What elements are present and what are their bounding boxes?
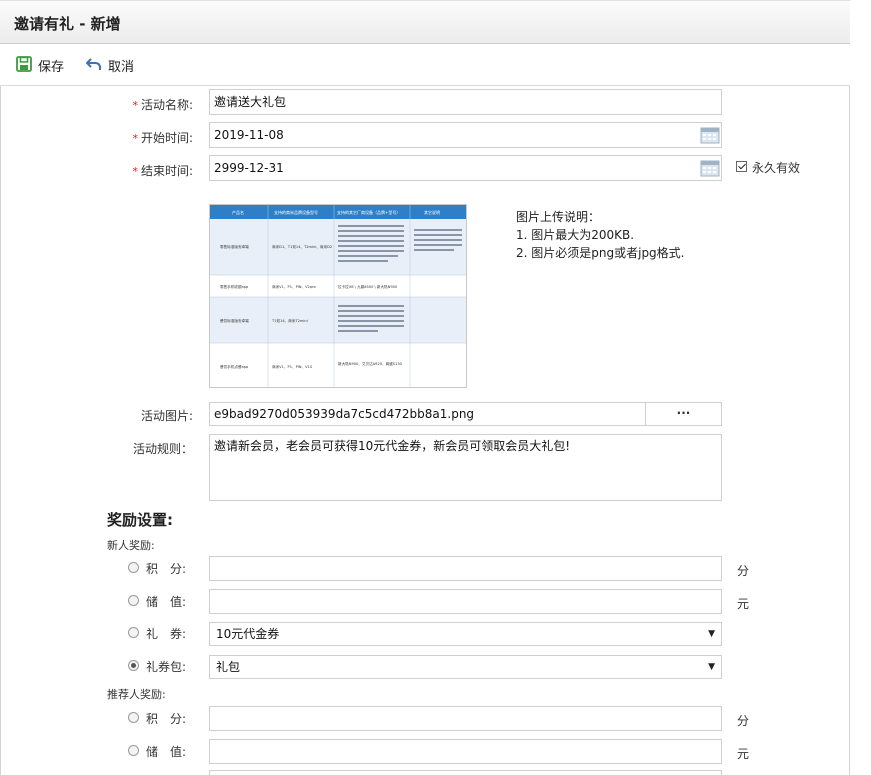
calendar-icon[interactable] [700, 159, 720, 177]
activity-image-filename[interactable]: e9bad9270d053939da7c5cd472bb8a1.png [209, 402, 646, 426]
notes-title: 图片上传说明： [516, 210, 601, 224]
notes-line: 1. 图片最大为200KB. [516, 228, 635, 242]
coupon-package-select-value: 礼包 [216, 660, 241, 674]
start-time-label: * 开始时间: [132, 131, 193, 145]
coupon-package-radio[interactable] [128, 660, 139, 671]
preview-cell: 零售标准版安卓端 [220, 244, 249, 249]
required-mark: * [132, 99, 138, 112]
preview-cell: 餐饮手机点餐app [220, 364, 249, 369]
referrer-stored-value-label: 储 值: [146, 745, 187, 759]
coupon-label: 礼 券: [146, 627, 187, 641]
coupon-select-value: 10元代金券 [216, 627, 280, 641]
preview-header-cell: 支持的其它厂商设备（品牌+型号） [337, 209, 400, 215]
stored-value-unit: 元 [737, 597, 750, 611]
referrer-points-radio[interactable] [128, 712, 139, 723]
forever-checkbox[interactable] [736, 161, 747, 172]
new-user-points-input[interactable] [209, 556, 722, 581]
required-mark: * [132, 132, 138, 145]
toolbar: 保存 取消 [0, 44, 850, 86]
activity-name-label: * 活动名称: [132, 98, 193, 112]
browse-button[interactable]: ··· [645, 402, 722, 426]
preview-cell: 零售手机收银app [220, 284, 249, 289]
image-upload-notes: 图片上传说明： 1. 图片最大为200KB. 2. 图片必须是png或者jpg格… [516, 208, 685, 262]
cancel-label: 取消 [108, 59, 135, 75]
end-time-label: * 结束时间: [132, 164, 193, 178]
save-button[interactable]: 保存 [16, 55, 65, 75]
activity-image-preview: 产品名 支持的商米品牌设备型号 支持的其它厂商设备（品牌+型号） 其它说明 零售… [209, 204, 467, 388]
calendar-icon[interactable] [700, 126, 720, 144]
preview-cell: T1双14、商米T2mini [271, 318, 308, 323]
dropdown-arrow-icon: ▼ [708, 629, 715, 639]
points-radio[interactable] [128, 562, 139, 573]
activity-image-label: 活动图片: [140, 409, 193, 423]
activity-name-input[interactable]: 邀请送大礼包 [209, 89, 722, 115]
preview-cell: 餐饮标准版安卓端 [220, 318, 249, 323]
activity-rules-label: 活动规则： [132, 442, 193, 456]
coupon-package-select[interactable]: 礼包 ▼ [209, 655, 722, 679]
coupon-select[interactable]: 10元代金券 ▼ [209, 622, 722, 646]
window-title: 邀请有礼 - 新增 [14, 15, 121, 33]
preview-header-cell: 支持的商米品牌设备型号 [274, 209, 318, 215]
forever-label: 永久有效 [752, 161, 801, 175]
window-titlebar: 邀请有礼 - 新增 [0, 0, 850, 44]
preview-cell: 拉卡拉V8 \ 九鼎8500 \ 新大陆N900 [338, 284, 398, 289]
referrer-points-label: 积 分: [146, 712, 187, 726]
referrer-stored-value-input[interactable] [209, 739, 722, 764]
preview-cell: 新大陆N900、艾贝达A920、商盛S130 [338, 361, 403, 366]
start-time-input[interactable]: 2019-11-08 [209, 122, 722, 148]
referrer-points-unit: 分 [737, 714, 750, 728]
referrer-stored-value-radio[interactable] [128, 745, 139, 756]
end-time-input[interactable]: 2999-12-31 [209, 155, 722, 181]
preview-cell: 商米V1、P1、PIN、V1S [272, 364, 313, 369]
preview-table-graphic: 产品名 支持的商米品牌设备型号 支持的其它厂商设备（品牌+型号） 其它说明 零售… [210, 205, 466, 387]
cancel-button[interactable]: 取消 [85, 56, 135, 75]
preview-cell: 商米D1、T1双14、T2mini、商米D2 [272, 244, 332, 249]
new-user-stored-value-input[interactable] [209, 589, 722, 614]
points-unit: 分 [737, 564, 750, 578]
reward-settings-title: 奖励设置: [107, 511, 173, 529]
coupon-radio[interactable] [128, 627, 139, 638]
preview-cell: 商米V1、P1、PIN、V2pro [272, 284, 316, 289]
stored-value-label: 储 值: [146, 595, 187, 609]
undo-icon [85, 57, 102, 74]
dropdown-arrow-icon: ▼ [708, 662, 715, 672]
save-label: 保存 [38, 59, 65, 75]
preview-header-cell: 其它说明 [424, 209, 440, 215]
stored-value-radio[interactable] [128, 595, 139, 606]
activity-rules-textarea[interactable]: 邀请新会员，老会员可获得10元代金券，新会员可领取会员大礼包! [209, 434, 722, 501]
coupon-package-label: 礼券包: [146, 660, 187, 674]
referrer-points-input[interactable] [209, 706, 722, 731]
preview-header-cell: 产品名 [232, 209, 244, 215]
referrer-coupon-select-partial[interactable] [209, 770, 722, 775]
new-user-reward-title: 新人奖励: [107, 539, 155, 552]
referrer-stored-value-unit: 元 [737, 747, 750, 761]
required-mark: * [132, 165, 138, 178]
referrer-reward-title: 推荐人奖励: [107, 688, 166, 701]
notes-line: 2. 图片必须是png或者jpg格式. [516, 246, 685, 260]
save-icon [16, 55, 32, 75]
points-label: 积 分: [146, 562, 187, 576]
